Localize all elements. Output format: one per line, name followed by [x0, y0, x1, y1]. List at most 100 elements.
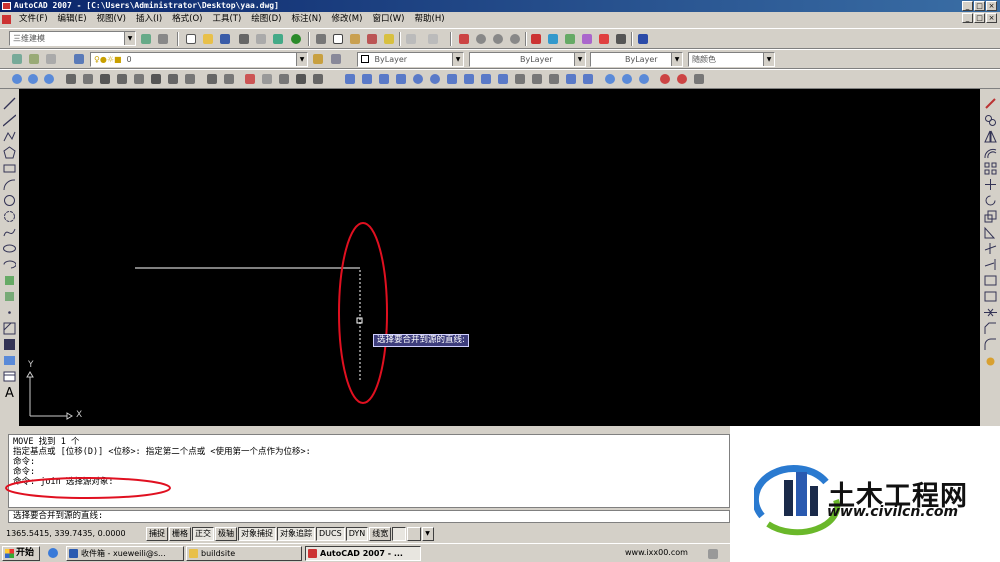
menu-view[interactable]: 视图(V): [92, 12, 131, 27]
design-center-icon[interactable]: [546, 32, 560, 46]
menu-modify[interactable]: 修改(M): [326, 12, 367, 27]
multiline-text-icon[interactable]: A: [3, 387, 16, 400]
arc-icon[interactable]: [3, 178, 16, 191]
paste-icon[interactable]: [348, 32, 362, 46]
make-object-layer-current-icon[interactable]: [311, 52, 325, 66]
break-icon[interactable]: [984, 290, 997, 303]
model-space-icon[interactable]: [392, 527, 407, 541]
explode-icon[interactable]: [984, 355, 997, 368]
move-icon[interactable]: [984, 178, 997, 191]
separate-icon[interactable]: [222, 72, 236, 86]
render-icon[interactable]: [658, 72, 672, 86]
layer-unisolate-icon[interactable]: [44, 52, 58, 66]
document-icon[interactable]: [2, 15, 11, 24]
ucs-face-icon[interactable]: [294, 72, 308, 86]
join-icon[interactable]: [984, 306, 997, 319]
construction-line-icon[interactable]: [2, 114, 17, 127]
copy-object-icon[interactable]: [984, 114, 997, 127]
ucs-object-icon[interactable]: [311, 72, 325, 86]
point-icon[interactable]: [3, 306, 16, 319]
insert-block-icon[interactable]: [3, 274, 16, 287]
pan-icon[interactable]: [457, 32, 471, 46]
offset-icon[interactable]: [984, 146, 997, 159]
torus-icon[interactable]: [428, 72, 442, 86]
rectangle-icon[interactable]: [3, 162, 16, 175]
menu-help[interactable]: 帮助(H): [410, 12, 450, 27]
ucs-world-icon[interactable]: [260, 72, 274, 86]
calculator-icon[interactable]: [614, 32, 628, 46]
menu-insert[interactable]: 插入(I): [131, 12, 167, 27]
ellipse-icon[interactable]: [3, 242, 16, 255]
ucs-previous-icon[interactable]: [277, 72, 291, 86]
tool-palettes-icon[interactable]: [563, 32, 577, 46]
orbit-icon[interactable]: [10, 72, 24, 86]
annotation-scale-icon[interactable]: [407, 527, 422, 541]
3d-array-icon[interactable]: [603, 72, 617, 86]
taskbar-item-buildsite[interactable]: buildsite: [186, 546, 302, 561]
layer-manager-icon[interactable]: [72, 52, 86, 66]
close-button[interactable]: ×: [986, 1, 997, 11]
layer-dropdown[interactable]: ♀●☼■ 0 ▼: [90, 52, 308, 67]
revision-cloud-icon[interactable]: [3, 210, 16, 223]
publish-icon[interactable]: [271, 32, 285, 46]
3d-move-icon[interactable]: [547, 72, 561, 86]
walk-icon[interactable]: [637, 72, 651, 86]
intersect-icon[interactable]: [132, 72, 146, 86]
pyramid-icon[interactable]: [394, 72, 408, 86]
lineweight-toggle[interactable]: 线宽: [369, 527, 392, 541]
block-editor-icon[interactable]: [382, 32, 396, 46]
cut-icon[interactable]: [314, 32, 328, 46]
spline-icon[interactable]: [3, 226, 16, 239]
menu-window[interactable]: 窗口(W): [367, 12, 409, 27]
workspace-settings-icon[interactable]: [139, 32, 153, 46]
markup-icon[interactable]: [597, 32, 611, 46]
layer-isolate-icon[interactable]: [27, 52, 41, 66]
linetype-dropdown[interactable]: ByLayer ▼: [469, 52, 586, 67]
revolve-icon[interactable]: [513, 72, 527, 86]
my-workspace-icon[interactable]: [156, 32, 170, 46]
zoom-previous-icon[interactable]: [508, 32, 522, 46]
planar-surface-icon[interactable]: [445, 72, 459, 86]
start-button[interactable]: 开始: [2, 546, 40, 561]
free-orbit-icon[interactable]: [26, 72, 40, 86]
match-properties-icon[interactable]: [365, 32, 379, 46]
lights-icon[interactable]: [675, 72, 689, 86]
plot-icon[interactable]: [237, 32, 251, 46]
break-at-point-icon[interactable]: [984, 274, 997, 287]
doc-restore-button[interactable]: □: [974, 13, 985, 23]
properties-icon[interactable]: [529, 32, 543, 46]
subtract-icon[interactable]: [115, 72, 129, 86]
undo-icon[interactable]: [404, 32, 418, 46]
menu-file[interactable]: 文件(F): [14, 12, 53, 27]
sheet-set-icon[interactable]: [580, 32, 594, 46]
new-file-icon[interactable]: [184, 32, 198, 46]
wedge-icon[interactable]: [81, 72, 95, 86]
loft-icon[interactable]: [530, 72, 544, 86]
dyn-toggle[interactable]: DYN: [345, 527, 369, 541]
extend-icon[interactable]: [984, 258, 997, 271]
zoom-window-icon[interactable]: [491, 32, 505, 46]
menu-tools[interactable]: 工具(T): [207, 12, 246, 27]
polar-toggle[interactable]: 极轴: [215, 527, 237, 541]
menu-format[interactable]: 格式(O): [167, 12, 207, 27]
3d-align-icon[interactable]: [581, 72, 595, 86]
doc-close-button[interactable]: ×: [986, 13, 997, 23]
chamfer-icon[interactable]: [984, 322, 997, 335]
otrack-toggle[interactable]: 对象追踪: [277, 527, 315, 541]
scale-icon[interactable]: [984, 210, 997, 223]
snap-toggle[interactable]: 捕捉: [146, 527, 168, 541]
line-icon[interactable]: [3, 97, 16, 110]
materials-icon[interactable]: [692, 72, 706, 86]
polygon-icon[interactable]: [3, 146, 16, 159]
taskbar-item-autocad[interactable]: AutoCAD 2007 - ...: [305, 546, 421, 561]
ortho-toggle[interactable]: 正交: [192, 527, 214, 541]
extrude-faces-icon[interactable]: [149, 72, 163, 86]
presspull-icon[interactable]: [479, 72, 493, 86]
copy-icon[interactable]: [331, 32, 345, 46]
cone-icon[interactable]: [360, 72, 374, 86]
ducs-toggle[interactable]: DUCS: [316, 527, 345, 541]
layer-previous-state-icon[interactable]: [329, 52, 343, 66]
maximize-button[interactable]: □: [974, 1, 985, 11]
region-icon[interactable]: [3, 354, 16, 367]
menu-edit[interactable]: 编辑(E): [53, 12, 92, 27]
